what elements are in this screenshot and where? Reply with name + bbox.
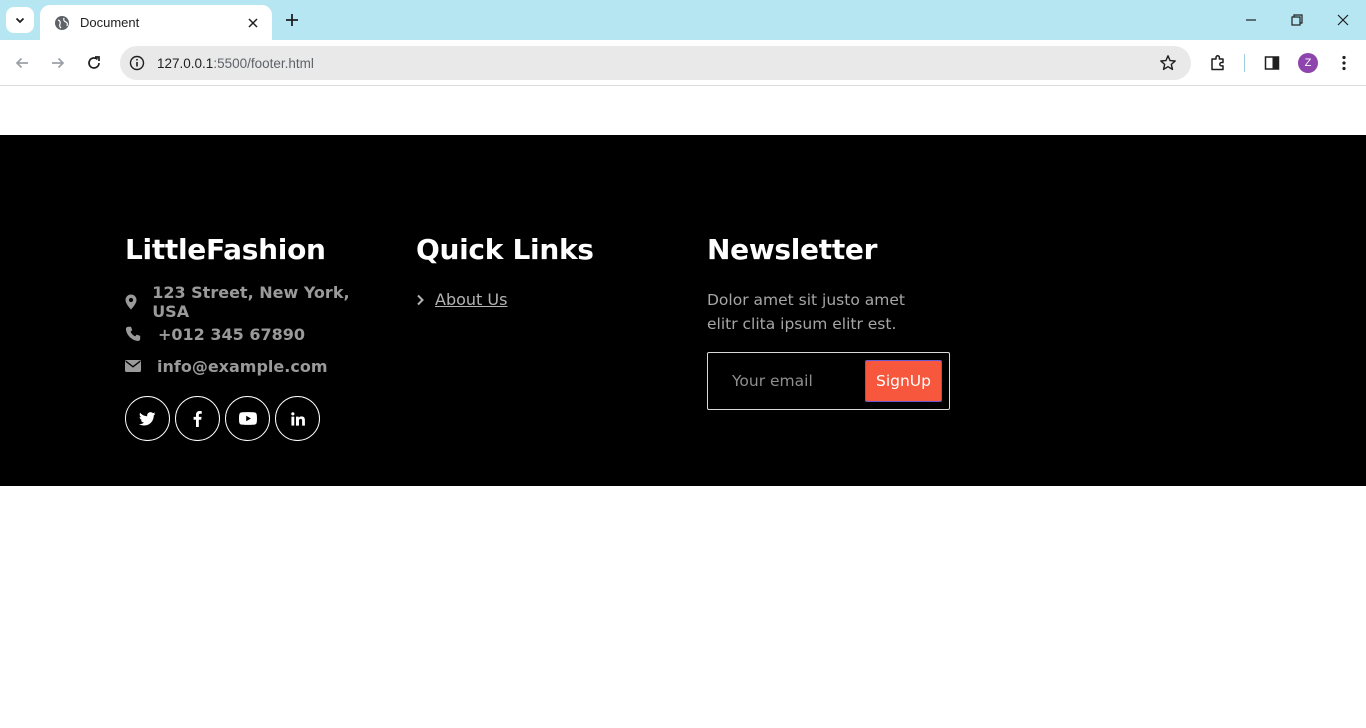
newsletter-title: Newsletter bbox=[707, 233, 878, 266]
address-text: 123 Street, New York, USA bbox=[152, 283, 350, 321]
close-tab-icon[interactable] bbox=[244, 14, 262, 32]
envelope-icon bbox=[125, 360, 157, 372]
facebook-button[interactable] bbox=[175, 396, 220, 441]
restore-button[interactable] bbox=[1287, 10, 1307, 30]
browser-toolbar: 127.0.0.1:5500/footer.html Z bbox=[0, 40, 1366, 86]
toolbar-divider bbox=[1244, 54, 1245, 72]
youtube-icon bbox=[238, 412, 257, 425]
contact-list: 123 Street, New York, USA +012 345 67890… bbox=[125, 283, 385, 382]
arrow-right-icon bbox=[52, 57, 65, 69]
phone-text: +012 345 67890 bbox=[158, 324, 306, 344]
footer-newsletter-column: Newsletter Dolor amet sit justo amet eli… bbox=[707, 233, 967, 410]
minimize-button[interactable] bbox=[1241, 10, 1261, 30]
twitter-button[interactable] bbox=[125, 396, 170, 441]
quick-links-title: Quick Links bbox=[416, 233, 594, 266]
forward-button[interactable] bbox=[48, 53, 68, 73]
arrow-left-icon bbox=[15, 57, 28, 69]
browser-tab[interactable]: Document bbox=[40, 5, 272, 40]
map-pin-icon bbox=[125, 294, 152, 310]
youtube-button[interactable] bbox=[225, 396, 270, 441]
close-window-button[interactable] bbox=[1333, 10, 1353, 30]
tab-title: Document bbox=[80, 15, 140, 30]
footer-brand-column: LittleFashion 123 Street, New York, USA … bbox=[125, 233, 385, 441]
minimize-icon bbox=[1246, 19, 1256, 21]
reload-button[interactable] bbox=[84, 53, 104, 73]
chevron-right-icon bbox=[416, 294, 435, 306]
address-line: 123 Street, New York, USA bbox=[125, 283, 385, 321]
phone-line: +012 345 67890 bbox=[125, 318, 385, 350]
newsletter-email-input[interactable] bbox=[718, 363, 858, 399]
side-panel-button[interactable] bbox=[1262, 53, 1282, 73]
browser-tab-bar: Document bbox=[0, 0, 1366, 40]
more-vertical-icon bbox=[1342, 55, 1346, 71]
email-text: info@example.com bbox=[157, 356, 328, 376]
url-path: :5500/footer.html bbox=[213, 55, 314, 71]
chevron-down-icon bbox=[15, 17, 25, 24]
tab-search-button[interactable] bbox=[6, 7, 34, 33]
side-panel-icon bbox=[1264, 56, 1280, 70]
about-us-link[interactable]: About Us bbox=[435, 290, 507, 309]
newsletter-form: SignUp bbox=[707, 352, 950, 410]
url-host: 127.0.0.1 bbox=[157, 55, 214, 71]
linkedin-button[interactable] bbox=[275, 396, 320, 441]
quick-link-item[interactable]: About Us bbox=[416, 290, 676, 309]
url-text: 127.0.0.1:5500/footer.html bbox=[157, 56, 314, 71]
extensions-button[interactable] bbox=[1208, 53, 1228, 73]
email-line: info@example.com bbox=[125, 350, 385, 382]
signup-button[interactable]: SignUp bbox=[865, 360, 942, 402]
puzzle-icon bbox=[1211, 55, 1224, 71]
brand-title: LittleFashion bbox=[125, 233, 326, 266]
globe-icon bbox=[54, 15, 70, 31]
newsletter-description: Dolor amet sit justo amet elitr clita ip… bbox=[707, 291, 905, 333]
page-viewport: LittleFashion 123 Street, New York, USA … bbox=[0, 87, 1366, 728]
linkedin-icon bbox=[290, 411, 305, 426]
reload-icon bbox=[88, 56, 100, 69]
new-tab-button[interactable] bbox=[282, 10, 302, 30]
browser-menu-button[interactable] bbox=[1334, 53, 1354, 73]
phone-icon bbox=[125, 326, 158, 342]
profile-avatar[interactable]: Z bbox=[1298, 53, 1318, 73]
site-footer: LittleFashion 123 Street, New York, USA … bbox=[0, 135, 1366, 486]
plus-icon bbox=[286, 14, 298, 26]
facebook-icon bbox=[193, 410, 202, 427]
social-links bbox=[125, 396, 385, 441]
restore-icon bbox=[1291, 14, 1303, 26]
footer-quick-links-column: Quick Links About Us bbox=[416, 233, 676, 309]
address-bar[interactable]: 127.0.0.1:5500/footer.html bbox=[120, 46, 1191, 80]
back-button[interactable] bbox=[12, 53, 32, 73]
site-info-icon[interactable] bbox=[128, 54, 146, 72]
close-icon bbox=[1337, 14, 1349, 26]
twitter-icon bbox=[139, 411, 156, 426]
bookmark-star-icon[interactable] bbox=[1159, 54, 1177, 72]
